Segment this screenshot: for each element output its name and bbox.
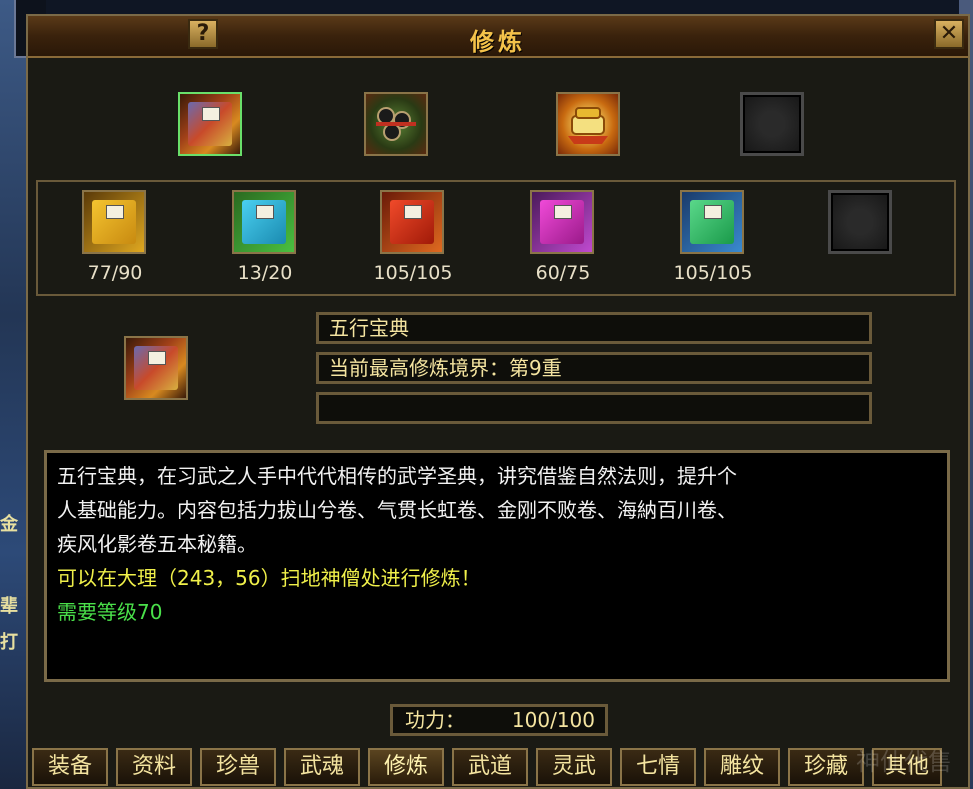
blue-book-icon [242, 200, 286, 244]
item-extra-field [316, 392, 872, 424]
slot-scroll-bundle[interactable] [364, 92, 428, 156]
tab-seven-emotions[interactable]: 七情 [620, 748, 696, 786]
cultivation-window: ? 修炼 ✕ 77/90 13/20 105/105 60/75 105/105… [26, 14, 970, 789]
close-button[interactable]: ✕ [934, 19, 964, 49]
gongli-label: 功力： [405, 708, 465, 732]
tab-collection[interactable]: 珍藏 [788, 748, 864, 786]
description-box: 五行宝典，在习武之人手中代代相传的武学圣典，讲究借鉴自然法则，提升个 人基础能力… [44, 450, 950, 682]
tab-pets[interactable]: 珍兽 [200, 748, 276, 786]
side-text-fragment: 打 [0, 632, 18, 653]
book-slot-pink[interactable] [530, 190, 594, 254]
gongli-value: 100/100 [511, 708, 595, 732]
slot-five-elements-book[interactable] [178, 92, 242, 156]
description-line: 五行宝典，在习武之人手中代代相传的武学圣典，讲究借鉴自然法则，提升个 [57, 464, 737, 488]
green-book-icon [690, 200, 734, 244]
book-count: 60/75 [535, 262, 591, 284]
tab-profile[interactable]: 资料 [116, 748, 192, 786]
book-five-elements-icon [134, 346, 178, 390]
location-hint: 可以在大理（243，56）扫地神僧处进行修炼！ [57, 566, 481, 590]
book-slot-red[interactable] [380, 190, 444, 254]
book-slot-green[interactable] [680, 190, 744, 254]
book-slot-empty[interactable] [828, 190, 892, 254]
pink-book-icon [540, 200, 584, 244]
side-text-fragment: 辈 [0, 596, 18, 617]
book-count: 105/105 [673, 262, 753, 284]
books-panel [36, 180, 956, 296]
book-slot-blue[interactable] [232, 190, 296, 254]
title-bar[interactable]: ? 修炼 ✕ [28, 16, 968, 58]
description-line: 人基础能力。内容包括力拔山兮卷、气贯长虹卷、金刚不败卷、海納百川卷、 [57, 498, 737, 522]
selected-item-slot[interactable] [124, 336, 188, 400]
red-book-icon [390, 200, 434, 244]
watermark: 神仙代售 [856, 748, 952, 776]
side-text-fragment: 金 [0, 514, 18, 535]
tab-equipment[interactable]: 装备 [32, 748, 108, 786]
item-name-field: 五行宝典 [316, 312, 872, 344]
book-five-elements-icon [188, 102, 232, 146]
gongli-display: 功力： 100/100 [390, 704, 608, 736]
tab-engraving[interactable]: 雕纹 [704, 748, 780, 786]
book-count: 13/20 [237, 262, 293, 284]
tab-martial-soul[interactable]: 武魂 [284, 748, 360, 786]
tab-cultivation[interactable]: 修炼 [368, 748, 444, 786]
slot-golden-treasure[interactable] [556, 92, 620, 156]
book-count: 77/90 [87, 262, 143, 284]
tab-martial-way[interactable]: 武道 [452, 748, 528, 786]
book-count: 105/105 [373, 262, 453, 284]
tab-spirit-weapon[interactable]: 灵武 [536, 748, 612, 786]
level-requirement: 需要等级70 [57, 600, 163, 624]
window-title: 修炼 [470, 28, 526, 56]
golden-treasure-icon [568, 107, 608, 144]
yellow-book-icon [92, 200, 136, 244]
item-level-field: 当前最高修炼境界：第9重 [316, 352, 872, 384]
book-slot-yellow[interactable] [82, 190, 146, 254]
description-line: 疾风化影卷五本秘籍。 [57, 532, 257, 556]
scroll-bundle-icon [376, 107, 416, 141]
slot-empty[interactable] [740, 92, 804, 156]
